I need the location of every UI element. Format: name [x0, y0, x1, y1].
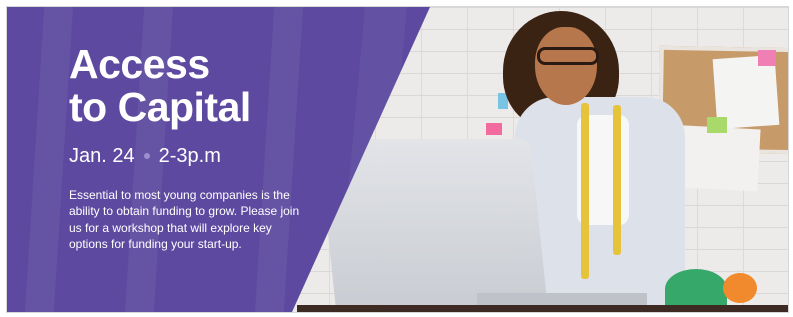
glasses — [537, 47, 599, 65]
sticky-note — [758, 50, 776, 66]
event-datetime: Jan. 24 2-3p.m — [69, 145, 319, 167]
bullet-separator-icon — [143, 153, 150, 159]
woman-face — [535, 27, 597, 105]
measuring-tape — [613, 105, 621, 255]
sticky-note — [707, 117, 727, 133]
event-banner: Access to Capital Jan. 24 2-3p.m Essenti… — [6, 6, 789, 313]
measuring-tape — [581, 103, 589, 279]
pin-cushion — [665, 269, 727, 309]
event-time: 2-3p.m — [158, 145, 221, 167]
title-line-2: to Capital — [69, 84, 251, 130]
event-title: Access to Capital — [69, 43, 319, 129]
event-date: Jan. 24 — [69, 145, 135, 167]
table — [297, 305, 788, 312]
sticky-note — [486, 123, 502, 135]
thread-spool — [723, 273, 757, 303]
decorative-stripe — [25, 7, 73, 312]
event-description: Essential to most young companies is the… — [69, 188, 300, 251]
event-info: Access to Capital Jan. 24 2-3p.m Essenti… — [69, 43, 319, 252]
title-line-1: Access — [69, 41, 210, 87]
